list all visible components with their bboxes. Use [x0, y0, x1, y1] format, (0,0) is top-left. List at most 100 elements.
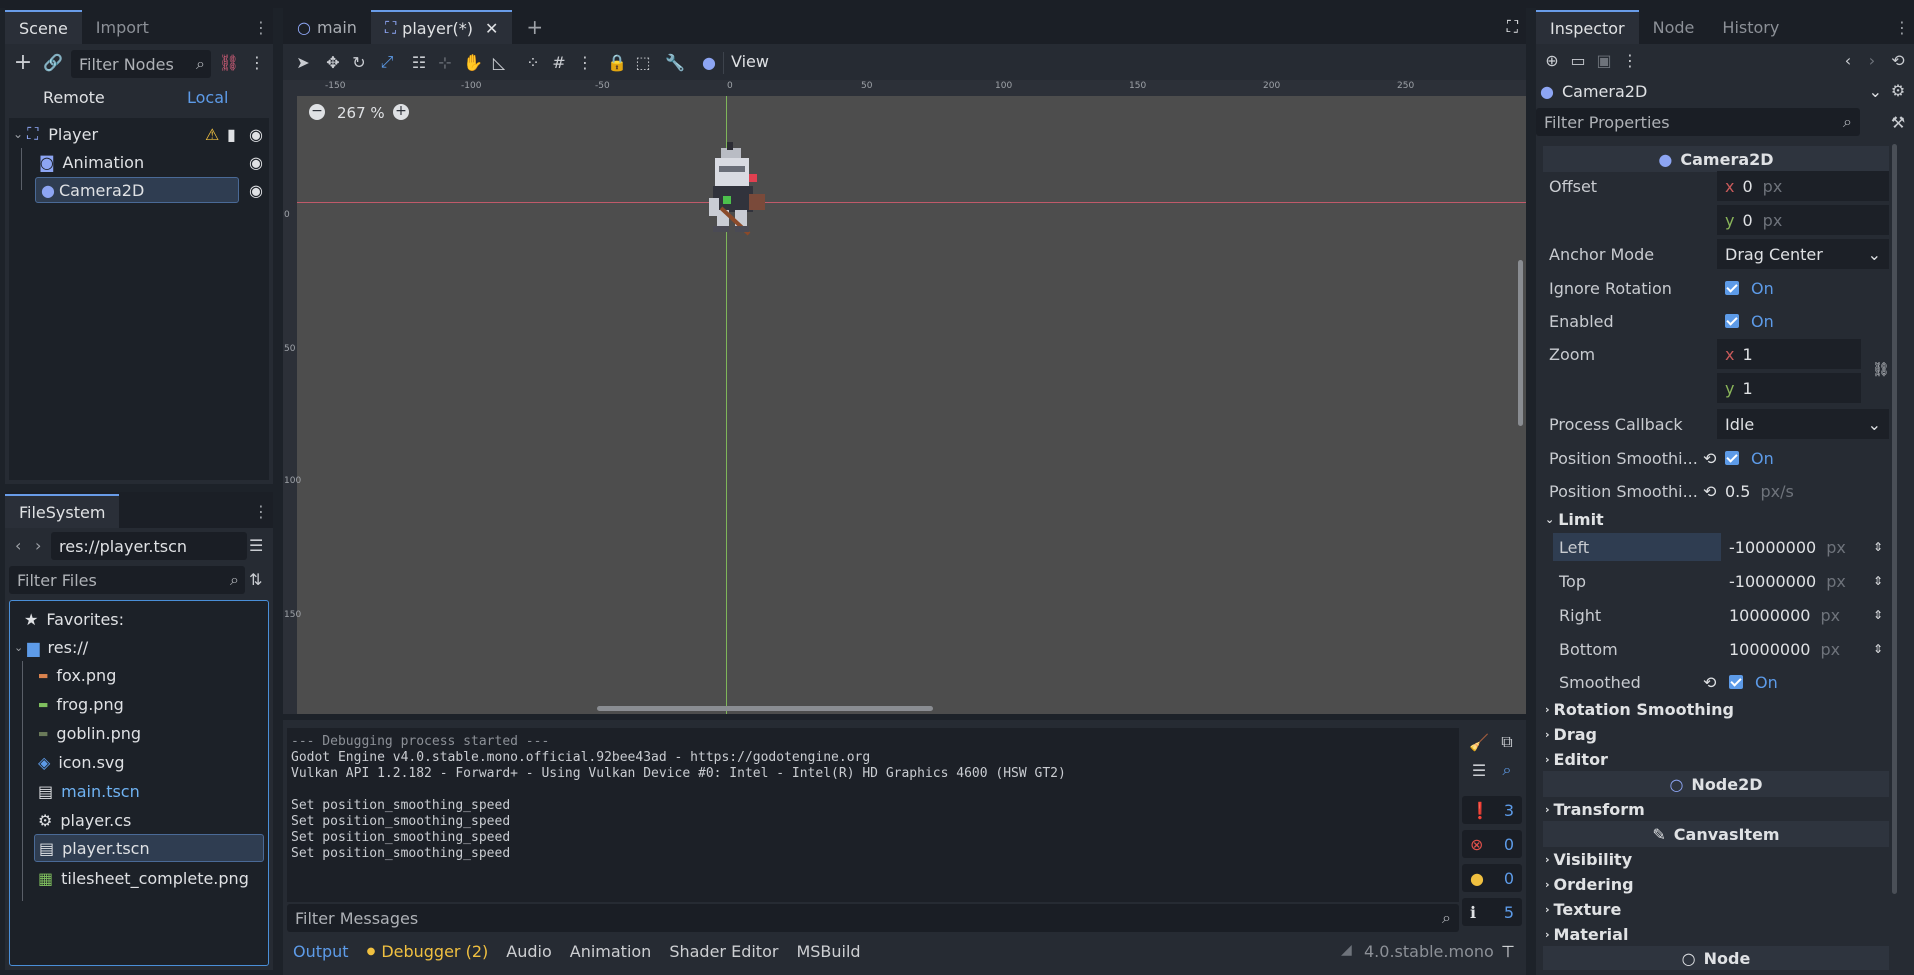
file-row[interactable]: ⚙ player.cs	[38, 806, 131, 834]
pivot-tool-icon[interactable]: ⊹	[433, 50, 457, 74]
info-filter-toggle[interactable]: ℹ5	[1462, 898, 1522, 926]
clear-output-icon[interactable]: 🧹	[1467, 730, 1491, 754]
path-field[interactable]: res://player.tscn	[51, 532, 247, 560]
tab-msbuild[interactable]: MSBuild	[796, 942, 860, 961]
section-visibility[interactable]: › Visibility	[1545, 847, 1891, 871]
section-editor[interactable]: › Editor	[1545, 747, 1891, 771]
limit-top-field[interactable]: -10000000 px ⇕	[1721, 566, 1889, 596]
scene-more-icon[interactable]: ⋮	[245, 50, 269, 74]
history-back-icon[interactable]: ‹	[1836, 48, 1860, 72]
new-tab-icon[interactable]: +	[512, 10, 557, 44]
section-rotation-smoothing[interactable]: › Rotation Smoothing	[1545, 697, 1891, 721]
scale-tool-icon[interactable]: ⤢	[375, 50, 399, 74]
tab-animation[interactable]: Animation	[570, 942, 652, 961]
search-icon[interactable]: ⌕	[1495, 758, 1519, 782]
inspector-more-icon[interactable]: ⋮	[1618, 48, 1642, 72]
position-smoothing-speed-field[interactable]: 0.5 px/s	[1717, 476, 1889, 506]
prop-offset-x[interactable]: Offset x 0 px	[1543, 170, 1889, 202]
position-smoothing-checkbox[interactable]: On	[1717, 443, 1889, 473]
filesystem-menu-icon[interactable]: ⋮	[253, 494, 269, 528]
offset-x-field[interactable]: x 0 px	[1717, 171, 1889, 201]
prop-position-smoothing-enabled[interactable]: Position Smoothi... ⟲ On	[1543, 442, 1889, 474]
filter-files-input[interactable]: Filter Files ⌕	[9, 566, 245, 594]
visibility-eye-icon[interactable]: ◉	[249, 153, 263, 172]
open-folder-icon[interactable]: ▭	[1566, 48, 1590, 72]
limit-left-field[interactable]: -10000000 px ⇕	[1721, 532, 1889, 562]
tab-audio[interactable]: Audio	[506, 942, 551, 961]
smart-snap-icon[interactable]: ⁘	[521, 50, 545, 74]
filter-properties-input[interactable]: Filter Properties ⌕	[1536, 108, 1860, 136]
process-callback-dropdown[interactable]: Idle ⌄	[1717, 409, 1889, 439]
prop-process-callback[interactable]: Process Callback Idle ⌄	[1543, 408, 1889, 440]
visibility-eye-icon[interactable]: ◉	[249, 181, 263, 200]
section-texture[interactable]: › Texture	[1545, 897, 1891, 921]
ignore-rotation-checkbox[interactable]: On	[1717, 273, 1889, 303]
errors-filter-toggle[interactable]: ⊗ 0	[1462, 830, 1522, 858]
stepper-icon[interactable]: ⇕	[1873, 642, 1883, 656]
smoothed-checkbox[interactable]: On	[1721, 667, 1889, 697]
close-icon[interactable]: ✕	[485, 19, 498, 38]
tab-main[interactable]: ○ main	[283, 10, 371, 44]
tab-shader-editor[interactable]: Shader Editor	[669, 942, 778, 961]
prop-limit-top[interactable]: Top -10000000 px ⇕	[1553, 565, 1889, 597]
tab-inspector[interactable]: Inspector	[1536, 10, 1639, 44]
script-icon[interactable]: ▮	[227, 125, 236, 144]
inspector-scrollbar[interactable]	[1892, 144, 1897, 894]
file-row[interactable]: ▬ goblin.png	[38, 719, 141, 747]
tree-row-animation[interactable]: ◙ Animation ◉	[9, 148, 269, 190]
prop-zoom-y[interactable]: y1	[1543, 372, 1889, 404]
add-node-icon[interactable]: +	[11, 50, 35, 75]
player-sprite[interactable]	[693, 142, 773, 272]
move-tool-icon[interactable]: ✥	[321, 50, 345, 74]
sort-icon[interactable]: ⇅	[249, 570, 262, 589]
tab-import[interactable]: Import	[82, 10, 163, 44]
zoom-out-icon[interactable]: −	[309, 104, 325, 120]
tab-history[interactable]: History	[1708, 10, 1793, 44]
panel-toggle-icon[interactable]: ⊤	[1501, 942, 1515, 961]
remote-toggle[interactable]: Remote	[43, 88, 105, 107]
offset-y-field[interactable]: y 0 px	[1717, 205, 1889, 235]
stepper-icon[interactable]: ⇕	[1873, 540, 1883, 554]
snap-options-icon[interactable]: ⋮	[573, 50, 597, 74]
zoom-in-icon[interactable]: +	[393, 104, 409, 120]
warnings-filter-toggle[interactable]: ● 0	[1462, 864, 1522, 892]
revert-icon[interactable]: ⟲	[1703, 449, 1716, 468]
prop-limit-bottom[interactable]: Bottom 10000000 px ⇕	[1553, 633, 1889, 665]
forward-icon[interactable]: ›	[35, 536, 41, 555]
view-menu[interactable]: View	[731, 52, 769, 71]
link-icon[interactable]: 🔗	[41, 50, 65, 74]
pan-tool-icon[interactable]: ✋	[461, 50, 485, 74]
history-forward-icon[interactable]: ›	[1860, 48, 1884, 72]
section-ordering[interactable]: › Ordering	[1545, 872, 1891, 896]
horizontal-scrollbar[interactable]	[597, 706, 933, 711]
anchor-mode-dropdown[interactable]: Drag Center ⌄	[1717, 239, 1889, 269]
limit-bottom-field[interactable]: 10000000 px ⇕	[1721, 634, 1889, 664]
tab-debugger[interactable]: Debugger (2)	[381, 942, 488, 961]
revert-icon[interactable]: ⟲	[1703, 482, 1716, 501]
prop-enabled[interactable]: Enabled On	[1543, 305, 1889, 337]
revert-icon[interactable]: ⟲	[1703, 673, 1716, 692]
file-row[interactable]: ▬ fox.png	[38, 661, 116, 689]
section-transform[interactable]: › Transform	[1545, 797, 1891, 821]
history-icon[interactable]: ⟲	[1886, 48, 1910, 72]
scene-menu-icon[interactable]: ⋮	[253, 10, 269, 44]
messages-filter-toggle[interactable]: ❗ 3	[1462, 796, 1522, 824]
tab-output[interactable]: Output	[293, 942, 349, 961]
filter-messages-input[interactable]: Filter Messages ⌕	[287, 904, 1459, 932]
tab-node[interactable]: Node	[1639, 10, 1709, 44]
grid-snap-icon[interactable]: #	[547, 50, 571, 74]
bone-icon[interactable]: 🔧	[663, 50, 687, 74]
zoom-y-field[interactable]: y1	[1717, 373, 1861, 403]
file-row[interactable]: ▦ tilesheet_complete.png	[38, 864, 249, 892]
inspector-menu-icon[interactable]: ⋮	[1894, 10, 1910, 44]
visibility-eye-icon[interactable]: ◉	[249, 125, 263, 144]
tree-row-camera2d[interactable]: ● Camera2D ◉	[9, 176, 269, 204]
class-header-node[interactable]: ○ Node	[1543, 946, 1889, 970]
file-row[interactable]: ◈ icon.svg	[38, 748, 125, 776]
enabled-checkbox[interactable]: On	[1717, 306, 1889, 336]
section-material[interactable]: › Material	[1545, 922, 1891, 946]
list-select-icon[interactable]: ☷	[407, 50, 431, 74]
object-selector[interactable]: ● Camera2D ⌄	[1540, 78, 1882, 104]
tree-row-player[interactable]: ⌄ ⛶ Player ⚠ ▮ ◉	[9, 120, 269, 148]
instance-scene-icon[interactable]: ⛓	[217, 50, 241, 74]
